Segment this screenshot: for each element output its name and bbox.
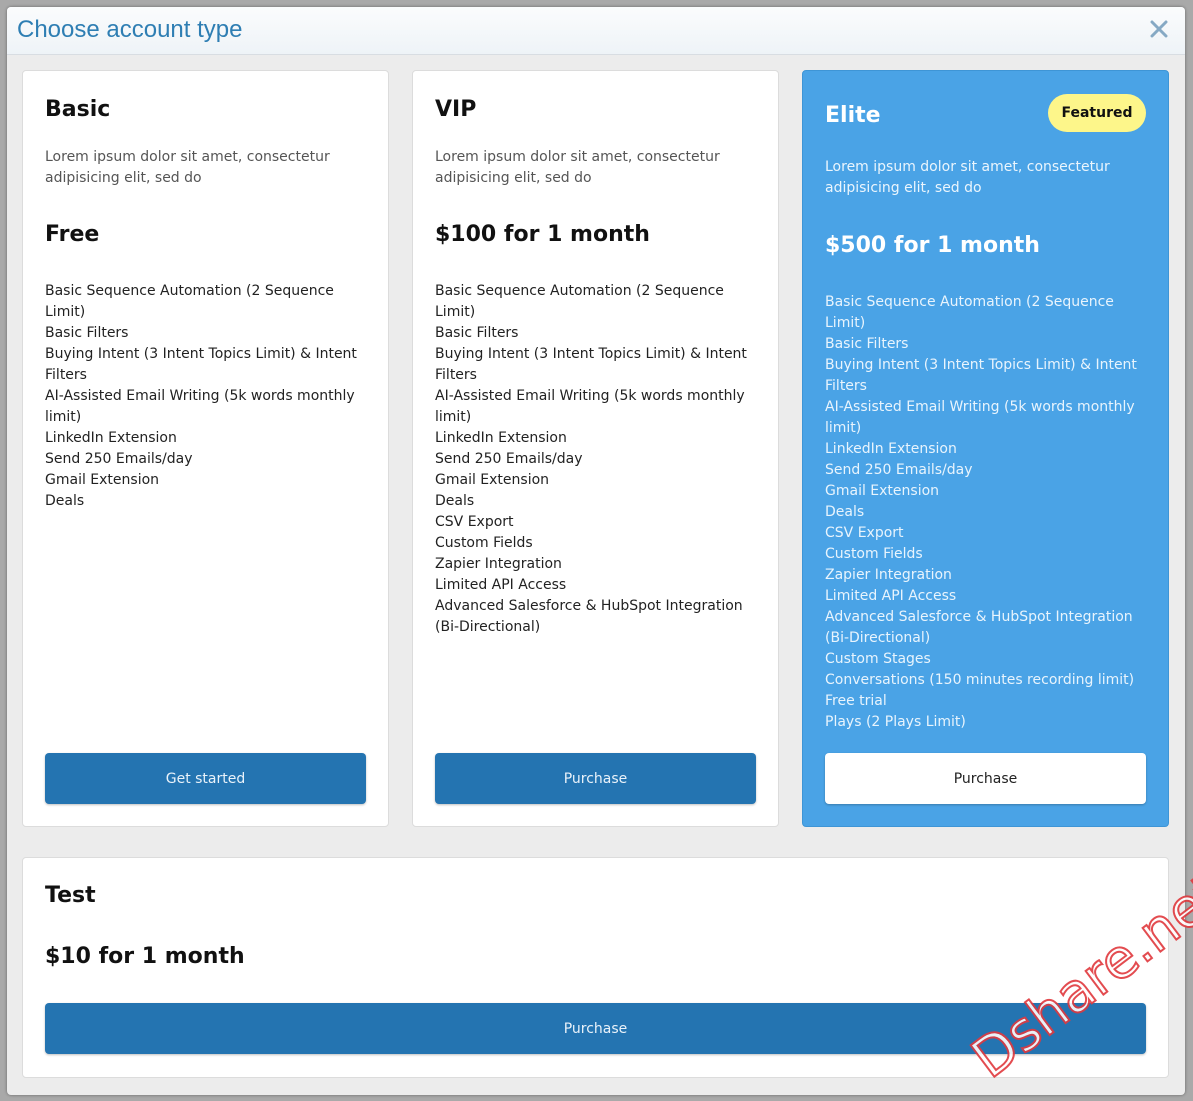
feature-item: AI-Assisted Email Writing (5k words mont… (45, 388, 355, 425)
plan-description: Lorem ipsum dolor sit amet, consectetur … (45, 149, 330, 186)
feature-item: Gmail Extension (825, 483, 940, 499)
plan-price: Free (45, 222, 100, 247)
get-started-button[interactable]: Get started (45, 753, 366, 804)
plan-price: $10 for 1 month (45, 944, 245, 969)
feature-item: Free trial (825, 693, 887, 709)
plan-card-vip: VIP Lorem ipsum dolor sit amet, consecte… (412, 70, 779, 827)
feature-item: Send 250 Emails/day (435, 451, 583, 467)
plan-description: Lorem ipsum dolor sit amet, consectetur … (435, 149, 720, 186)
feature-item: Basic Filters (825, 336, 909, 352)
purchase-vip-button[interactable]: Purchase (435, 753, 756, 804)
feature-item: AI-Assisted Email Writing (5k words mont… (825, 399, 1135, 436)
feature-item: Send 250 Emails/day (45, 451, 193, 467)
feature-item: Gmail Extension (435, 472, 550, 488)
plan-title: Elite (825, 103, 881, 128)
feature-item: Advanced Salesforce & HubSpot Integratio… (435, 598, 743, 635)
dialog-title: Choose account type (17, 16, 243, 43)
feature-item: Conversations (150 minutes recording lim… (825, 672, 1135, 688)
plan-price: $100 for 1 month (435, 222, 650, 247)
feature-item: Limited API Access (435, 577, 567, 593)
feature-item: Custom Stages (825, 651, 931, 667)
feature-item: Send 250 Emails/day (825, 462, 973, 478)
feature-item: Deals (45, 493, 85, 509)
feature-item: Buying Intent (3 Intent Topics Limit) & … (45, 346, 357, 383)
feature-item: CSV Export (825, 525, 904, 541)
close-icon[interactable] (1147, 15, 1171, 43)
feature-list: Basic Sequence Automation (2 Sequence Li… (825, 292, 1145, 733)
feature-item: Deals (825, 504, 865, 520)
feature-item: Basic Sequence Automation (2 Sequence Li… (435, 283, 724, 320)
feature-item: Basic Sequence Automation (2 Sequence Li… (825, 294, 1114, 331)
feature-item: Basic Sequence Automation (2 Sequence Li… (45, 283, 334, 320)
plan-title: VIP (435, 97, 477, 122)
feature-item: Basic Filters (435, 325, 519, 341)
feature-item: Buying Intent (3 Intent Topics Limit) & … (825, 357, 1137, 394)
feature-item: Limited API Access (825, 588, 957, 604)
featured-badge: Featured (1048, 94, 1146, 132)
feature-item: LinkedIn Extension (435, 430, 567, 446)
dialog-header: Choose account type (7, 7, 1185, 55)
plan-price: $500 for 1 month (825, 233, 1040, 258)
feature-item: Advanced Salesforce & HubSpot Integratio… (825, 609, 1133, 646)
feature-item: Basic Filters (45, 325, 129, 341)
plan-card-basic: Basic Lorem ipsum dolor sit amet, consec… (22, 70, 389, 827)
plan-title: Test (45, 883, 96, 908)
account-type-dialog: Choose account type Basic Lorem ipsum do… (7, 7, 1185, 1095)
feature-item: Zapier Integration (435, 556, 562, 572)
feature-item: LinkedIn Extension (45, 430, 177, 446)
feature-item: Deals (435, 493, 475, 509)
feature-item: AI-Assisted Email Writing (5k words mont… (435, 388, 745, 425)
feature-item: Buying Intent (3 Intent Topics Limit) & … (435, 346, 747, 383)
feature-item: LinkedIn Extension (825, 441, 957, 457)
feature-list: Basic Sequence Automation (2 Sequence Li… (45, 281, 365, 512)
plan-title: Basic (45, 97, 111, 122)
plan-description: Lorem ipsum dolor sit amet, consectetur … (825, 159, 1110, 196)
feature-item: Custom Fields (435, 535, 533, 551)
feature-item: Zapier Integration (825, 567, 952, 583)
feature-item: Gmail Extension (45, 472, 160, 488)
purchase-elite-button[interactable]: Purchase (825, 753, 1146, 804)
feature-list: Basic Sequence Automation (2 Sequence Li… (435, 281, 755, 638)
feature-item: CSV Export (435, 514, 514, 530)
plan-card-elite: Elite Featured Lorem ipsum dolor sit ame… (802, 70, 1169, 827)
feature-item: Custom Fields (825, 546, 923, 562)
feature-item: Plays (2 Plays Limit) (825, 714, 966, 730)
